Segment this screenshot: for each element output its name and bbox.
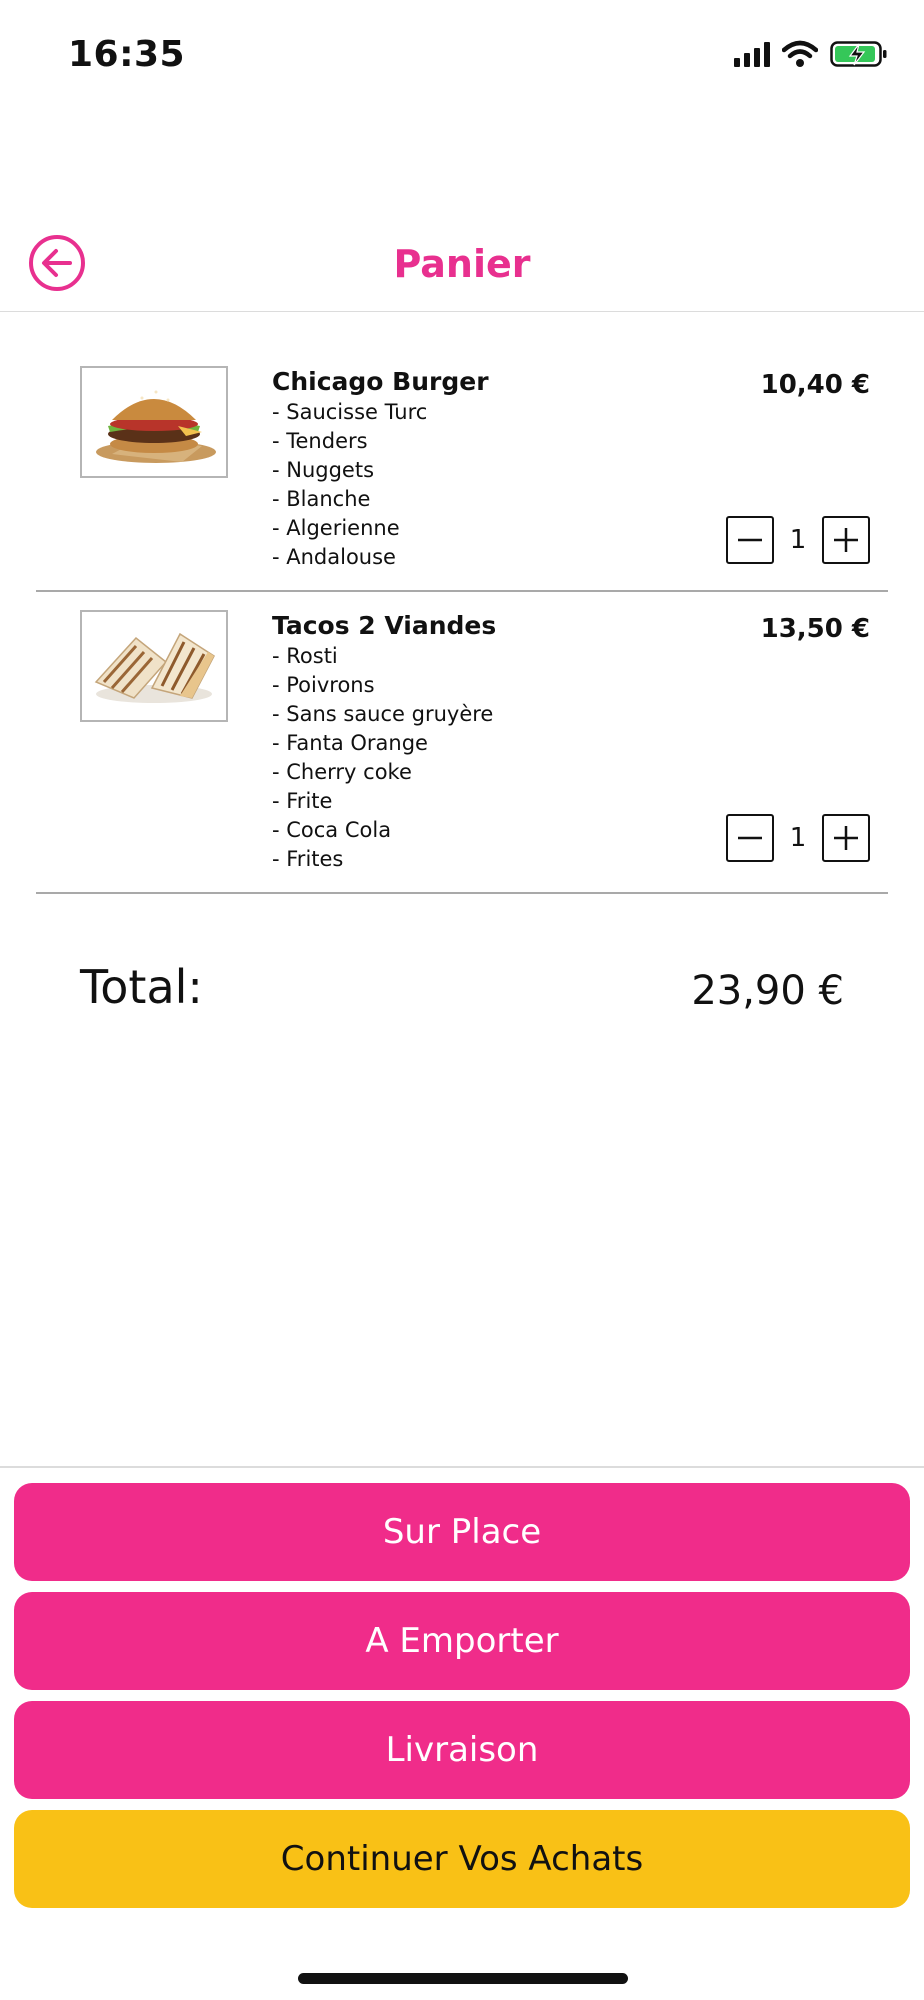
item-option: - Tenders — [272, 429, 368, 453]
item-option: - Sans sauce gruyère — [272, 702, 494, 726]
a-emporter-button[interactable]: A Emporter — [14, 1592, 910, 1690]
cart-item: Chicago Burger - Saucisse Turc - Tenders… — [36, 312, 888, 592]
status-icons — [734, 40, 888, 68]
sur-place-button[interactable]: Sur Place — [14, 1483, 910, 1581]
item-option: - Coca Cola — [272, 818, 392, 842]
quantity-stepper: 1 — [726, 814, 870, 862]
quantity-value: 1 — [789, 823, 807, 853]
total-value: 23,90 € — [691, 968, 844, 1014]
product-image-burger — [80, 366, 228, 478]
increase-quantity-button[interactable] — [821, 516, 870, 564]
battery-charging-icon — [830, 41, 887, 67]
item-option: - Saucisse Turc — [272, 400, 428, 424]
item-option: - Rosti — [272, 644, 338, 668]
minus-icon — [738, 836, 762, 840]
item-options: - Saucisse Turc - Tenders - Nuggets - Bl… — [272, 398, 427, 572]
cellular-signal-icon — [734, 41, 770, 67]
item-name: Chicago Burger — [272, 367, 489, 396]
actions-divider — [0, 1466, 924, 1468]
item-option: - Poivrons — [272, 673, 375, 697]
item-options: - Rosti - Poivrons - Sans sauce gruyère … — [272, 642, 493, 874]
product-image-tacos — [80, 610, 228, 722]
item-price: 13,50 € — [760, 614, 870, 644]
page-title: Panier — [393, 242, 531, 286]
item-option: - Nuggets — [272, 458, 375, 482]
total-label: Total: — [80, 960, 203, 1014]
continue-shopping-button[interactable]: Continuer Vos Achats — [14, 1810, 910, 1908]
plus-icon — [833, 528, 858, 552]
increase-quantity-button[interactable] — [821, 814, 870, 862]
plus-icon — [833, 826, 858, 850]
quantity-value: 1 — [789, 525, 807, 555]
status-bar: 16:35 — [0, 0, 924, 110]
item-price: 10,40 € — [760, 370, 870, 400]
decrease-quantity-button[interactable] — [726, 516, 774, 564]
item-option: - Andalouse — [272, 545, 396, 569]
wifi-icon — [782, 40, 818, 67]
home-indicator — [298, 1973, 628, 1984]
status-time: 16:35 — [68, 34, 186, 75]
item-option: - Cherry coke — [272, 760, 412, 784]
item-option: - Frites — [272, 847, 344, 871]
navigation-header: Panier — [0, 212, 924, 312]
decrease-quantity-button[interactable] — [726, 814, 774, 862]
cart-item: Tacos 2 Viandes - Rosti - Poivrons - San… — [36, 592, 888, 894]
livraison-button[interactable]: Livraison — [14, 1701, 910, 1799]
item-option: - Frite — [272, 789, 333, 813]
cart-list: Chicago Burger - Saucisse Turc - Tenders… — [0, 312, 924, 894]
minus-icon — [738, 538, 762, 542]
item-option: - Fanta Orange — [272, 731, 428, 755]
quantity-stepper: 1 — [726, 516, 870, 564]
item-option: - Blanche — [272, 487, 371, 511]
item-option: - Algerienne — [272, 516, 400, 540]
item-name: Tacos 2 Viandes — [272, 611, 497, 640]
